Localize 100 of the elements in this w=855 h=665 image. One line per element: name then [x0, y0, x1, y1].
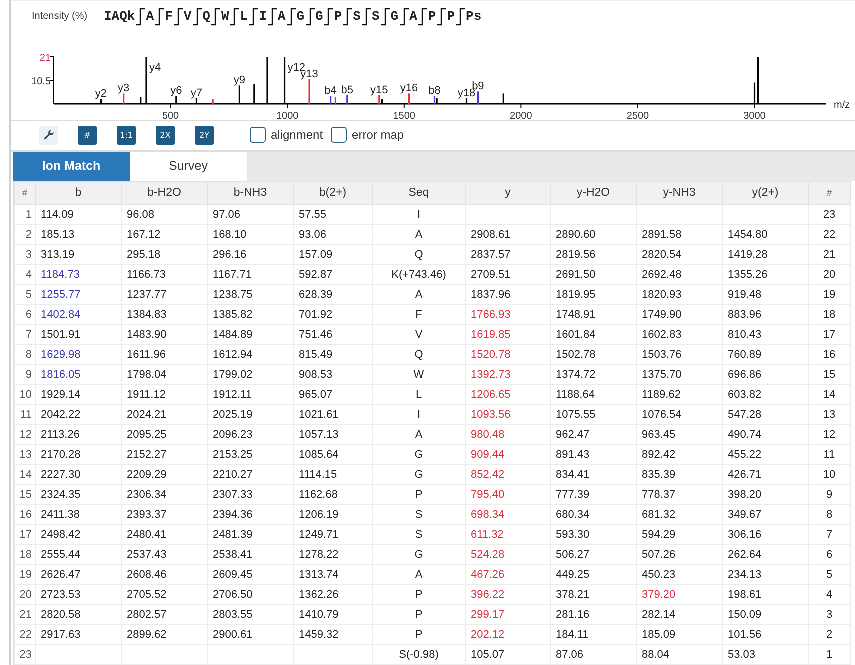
table-cell: 22 — [808, 224, 850, 244]
table-cell: 760.89 — [722, 344, 808, 364]
column-header: b-NH3 — [208, 182, 294, 204]
table-cell: 815.49 — [294, 344, 372, 364]
view-button[interactable]: 2X — [156, 126, 175, 145]
table-cell: G — [372, 544, 466, 564]
table-cell: 11 — [14, 404, 36, 424]
table-cell: 4 — [808, 584, 850, 604]
table-cell: 908.53 — [294, 364, 372, 384]
column-header: y(2+) — [722, 182, 808, 204]
table-cell: G — [372, 464, 466, 484]
table-cell: 1255.77 — [36, 284, 122, 304]
table-cell: A — [372, 564, 466, 584]
table-cell: 1612.94 — [208, 344, 294, 364]
table-cell: P — [372, 584, 466, 604]
table-cell: 87.06 — [550, 644, 636, 664]
table-cell: 9 — [14, 364, 36, 384]
table-cell: 15 — [808, 364, 850, 384]
table-cell: 21 — [14, 604, 36, 624]
table-cell: 1766.93 — [466, 304, 550, 324]
view-button[interactable]: 1:1 — [117, 126, 136, 145]
table-cell: 2803.55 — [208, 604, 294, 624]
table-cell: 2900.61 — [208, 624, 294, 644]
table-cell: 1503.76 — [636, 344, 722, 364]
table-cell: 202.12 — [466, 624, 550, 644]
peak-label: y16 — [400, 82, 418, 95]
table-cell: 594.29 — [636, 524, 722, 544]
sequence-residue: A — [410, 9, 418, 24]
axis-title: Intensity (%) — [32, 11, 89, 22]
tab[interactable]: Ion Match — [13, 152, 130, 181]
table-cell: 1362.26 — [294, 584, 372, 604]
table-cell: 1206.65 — [466, 384, 550, 404]
table-cell: 603.82 — [722, 384, 808, 404]
table-cell: 379.20 — [636, 584, 722, 604]
table-cell: A — [372, 424, 466, 444]
table-cell: 592.87 — [294, 264, 372, 284]
table-cell: 2538.41 — [208, 544, 294, 564]
axis-tick-label: 500 — [162, 111, 180, 120]
table-cell: 150.09 — [722, 604, 808, 624]
table-cell: 2393.37 — [122, 504, 208, 524]
axis-tick-label: 1000 — [276, 111, 299, 120]
axis-tick-label: 3000 — [744, 111, 766, 120]
table-cell: 9 — [808, 484, 850, 504]
table-cell: 6 — [808, 544, 850, 564]
table-cell: 2802.57 — [122, 604, 208, 624]
view-button[interactable]: # — [78, 126, 97, 145]
table-cell: 13 — [808, 404, 850, 424]
settings-button[interactable] — [39, 126, 58, 145]
table-cell: Q — [372, 344, 466, 364]
table-cell: 2024.21 — [122, 404, 208, 424]
table-cell: 1076.54 — [636, 404, 722, 424]
table-cell: 2 — [14, 224, 36, 244]
sequence-residue: G — [316, 9, 324, 24]
sequence-residue: P — [334, 9, 342, 24]
peak-label: b4 — [324, 85, 337, 98]
tab[interactable]: Survey — [130, 152, 247, 181]
table-cell: 593.30 — [550, 524, 636, 544]
peak-label: y4 — [150, 62, 162, 74]
table-cell: 698.34 — [466, 504, 550, 524]
peak-label: y6 — [170, 85, 182, 98]
table-cell: 892.42 — [636, 444, 722, 464]
table-cell: S — [372, 524, 466, 544]
checkbox-label: alignment — [271, 128, 324, 142]
table-cell: 1501.91 — [36, 324, 122, 344]
checkbox[interactable] — [331, 127, 348, 144]
table-cell: 306.16 — [722, 524, 808, 544]
sequence-residue: S — [372, 9, 380, 24]
table-cell: 2820.54 — [636, 244, 722, 264]
table-cell: 12 — [14, 424, 36, 444]
table-cell: 1238.75 — [208, 284, 294, 304]
table-cell: 1419.28 — [722, 244, 808, 264]
table-cell: V — [372, 324, 466, 344]
table-cell: 2537.43 — [122, 544, 208, 564]
table-cell: 1601.84 — [550, 324, 636, 344]
table-cell: 965.07 — [294, 384, 372, 404]
table-cell: 1237.77 — [122, 284, 208, 304]
table-cell: 396.22 — [466, 584, 550, 604]
table-cell: 1385.82 — [208, 304, 294, 324]
table-cell: 919.48 — [722, 284, 808, 304]
checkbox[interactable] — [250, 127, 266, 144]
table-cell: 1410.79 — [294, 604, 372, 624]
table-cell: 1114.15 — [294, 464, 372, 484]
sequence-residue: V — [184, 9, 192, 24]
table-cell: 1798.04 — [122, 364, 208, 384]
sequence-residue: F — [165, 9, 173, 24]
table-cell: 835.39 — [636, 464, 722, 484]
table-cell: 1837.96 — [466, 284, 550, 304]
table-cell: 15 — [14, 484, 36, 504]
view-button[interactable]: 2Y — [195, 126, 214, 145]
table-cell: 1619.85 — [466, 324, 550, 344]
table-cell: 5 — [14, 284, 36, 304]
peak-label: y9 — [234, 74, 246, 87]
table-cell: 1184.73 — [36, 264, 122, 284]
wrench-icon — [42, 129, 54, 142]
table-cell: 450.23 — [636, 564, 722, 584]
table-cell: 891.43 — [550, 444, 636, 464]
table-cell: 1188.64 — [550, 384, 636, 404]
table-cell: I — [372, 204, 466, 224]
table-cell: 167.12 — [122, 224, 208, 244]
table-cell: 6 — [14, 304, 36, 324]
